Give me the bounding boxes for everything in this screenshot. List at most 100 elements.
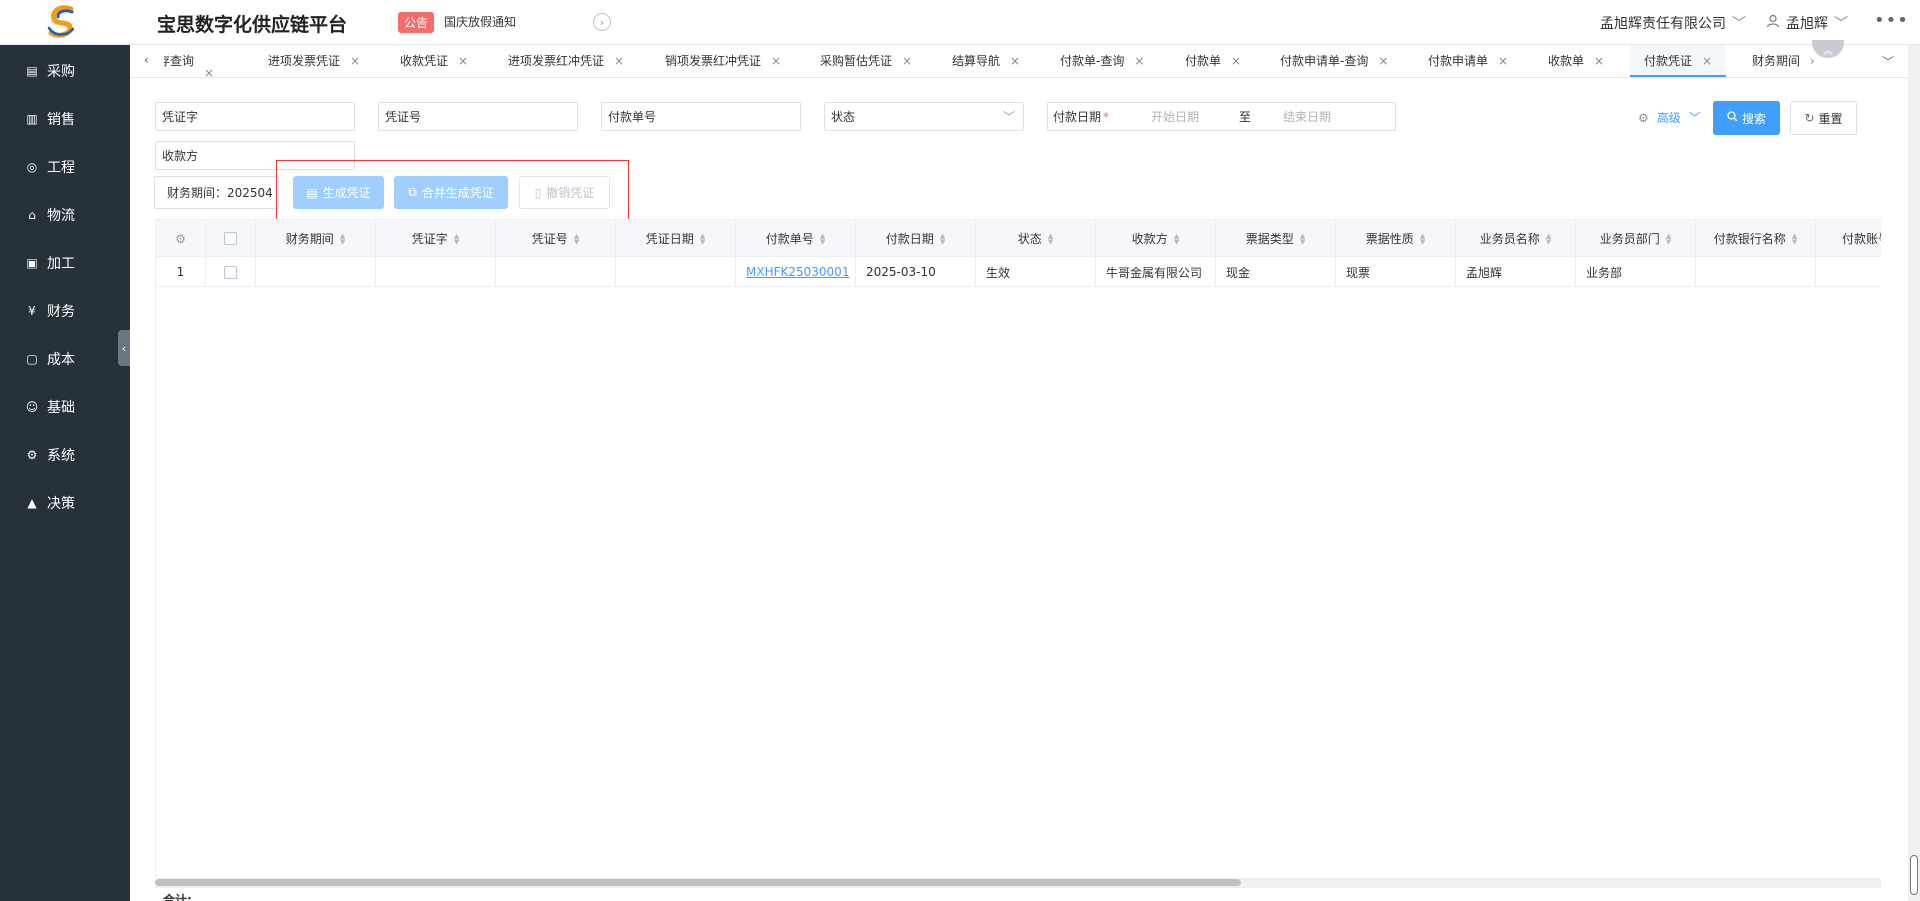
sort-icon[interactable]: ▲ ▼ <box>574 232 579 245</box>
column-header[interactable]: 票据类型 ▲ ▼ <box>1216 220 1336 257</box>
payment-no-link[interactable]: MXHFK25030001 <box>746 265 849 279</box>
column-header[interactable]: 付款单号 ▲ ▼ <box>736 220 856 257</box>
vertical-scrollbar[interactable] <box>1908 45 1920 901</box>
user-menu[interactable]: 孟旭辉 ﹀ <box>1766 13 1848 33</box>
status-select[interactable]: 状态 ﹀ <box>824 102 1024 131</box>
sidebar-item-basic[interactable]: ☺ 基础 <box>0 383 130 431</box>
tab-scroll-left-icon[interactable]: ‹ <box>144 53 149 67</box>
sort-icon[interactable]: ▲ ▼ <box>820 232 825 245</box>
scrollbar-thumb[interactable] <box>1910 855 1918 895</box>
sidebar-item-cost[interactable]: ▢ 成本 <box>0 335 130 383</box>
voucher-word-input[interactable] <box>155 102 355 131</box>
tab-dropdown-button[interactable]: ﹀ <box>1866 45 1910 77</box>
sidebar-item-sales[interactable]: ▥ 销售 <box>0 95 130 143</box>
tab-inventory-query[interactable]: 库存查询 × <box>164 45 214 77</box>
payment-no-input[interactable] <box>601 102 801 131</box>
tab-payment-query[interactable]: 付款单-查询 × <box>1060 45 1144 77</box>
close-icon[interactable]: × <box>458 54 468 68</box>
tab-scroll-right-icon[interactable]: › <box>1810 54 1815 68</box>
reset-button[interactable]: ↻ 重置 <box>1790 101 1857 135</box>
column-settings-icon[interactable]: ⚙ <box>156 220 206 257</box>
close-icon[interactable]: × <box>1702 54 1712 68</box>
sidebar-item-logistics[interactable]: ⌂ 物流 <box>0 191 130 239</box>
sort-icon[interactable]: ▲ ▼ <box>940 232 945 245</box>
column-header[interactable]: 付款银行名称 ▲ ▼ <box>1696 220 1816 257</box>
close-icon[interactable]: × <box>1010 54 1020 68</box>
horizontal-scrollbar[interactable] <box>155 878 1881 887</box>
advanced-toggle[interactable]: ⚙ 高级 ﹀ <box>1638 109 1701 126</box>
sort-icon[interactable]: ▲ ▼ <box>1666 232 1671 245</box>
column-header[interactable]: 业务员部门 ▲ ▼ <box>1576 220 1696 257</box>
chevron-down-icon: ﹀ <box>1881 54 1894 69</box>
close-icon[interactable]: × <box>614 54 624 68</box>
payment-date-range[interactable]: 付款日期 * 开始日期 至 结束日期 <box>1047 102 1396 131</box>
sort-icon[interactable]: ▲ ▼ <box>340 232 345 245</box>
smile-icon: ☺ <box>25 400 39 414</box>
close-icon[interactable]: × <box>1231 54 1241 68</box>
tab-input-invoice-red-voucher[interactable]: 进项发票红冲凭证 × <box>508 45 624 77</box>
close-icon[interactable]: × <box>1594 54 1604 68</box>
sidebar-item-finance[interactable]: ¥ 财务 <box>0 287 130 335</box>
row-checkbox-cell[interactable] <box>206 257 256 287</box>
start-date-placeholder[interactable]: 开始日期 <box>1151 108 1199 125</box>
sort-icon[interactable]: ▲ ▼ <box>1546 232 1551 245</box>
tab-purchase-estimate-voucher[interactable]: 采购暂估凭证 × <box>820 45 912 77</box>
tab-receipt-voucher[interactable]: 收款凭证 × <box>400 45 468 77</box>
close-icon[interactable]: × <box>771 54 781 68</box>
table-row[interactable]: 1 MXHFK25030001 2025-03-10 生效 牛哥金属有限公司 现… <box>156 257 1881 287</box>
close-icon[interactable]: × <box>1378 54 1388 68</box>
sidebar-item-processing[interactable]: ▣ 加工 <box>0 239 130 287</box>
end-date-placeholder[interactable]: 结束日期 <box>1283 108 1331 125</box>
scrollbar-thumb[interactable] <box>155 879 1241 886</box>
sort-icon[interactable]: ▲ ▼ <box>454 232 459 245</box>
column-header[interactable]: 票据性质 ▲ ▼ <box>1336 220 1456 257</box>
column-header[interactable]: 凭证日期 ▲ ▼ <box>616 220 736 257</box>
tab-settlement-nav[interactable]: 结算导航 × <box>952 45 1020 77</box>
checkbox[interactable] <box>224 232 237 245</box>
more-icon[interactable]: ••• <box>1874 10 1909 31</box>
tab-output-invoice-red-voucher[interactable]: 销项发票红冲凭证 × <box>665 45 781 77</box>
column-header[interactable]: 凭证号 ▲ ▼ <box>496 220 616 257</box>
sidebar-item-engineering[interactable]: ◎ 工程 <box>0 143 130 191</box>
tab-finance-period[interactable]: 财务期间 › <box>1752 45 1815 77</box>
tab-payment-request-query[interactable]: 付款申请单-查询 × <box>1280 45 1388 77</box>
sidebar-item-system[interactable]: ⚙ 系统 <box>0 431 130 479</box>
sort-icon[interactable]: ▲ ▼ <box>700 232 705 245</box>
tab-input-invoice-voucher[interactable]: 进项发票凭证 × <box>268 45 360 77</box>
sort-icon[interactable]: ▲ ▼ <box>1420 232 1425 245</box>
sort-icon[interactable]: ▲ ▼ <box>1300 232 1305 245</box>
sort-icon[interactable]: ▲ ▼ <box>1174 232 1179 245</box>
column-header-label: 财务期间 <box>285 232 334 246</box>
column-header[interactable]: 付款账号 <box>1816 220 1881 257</box>
notice-next-button[interactable]: › <box>593 13 611 31</box>
column-header[interactable]: 收款方 ▲ ▼ <box>1096 220 1216 257</box>
search-button[interactable]: 搜索 <box>1713 101 1780 135</box>
voucher-no-input[interactable] <box>378 102 578 131</box>
sidebar-collapse-button[interactable]: ‹ <box>118 330 130 366</box>
brand-logo[interactable] <box>44 3 82 41</box>
sort-icon[interactable]: ▲ ▼ <box>1792 232 1797 245</box>
notice-text[interactable]: 国庆放假通知 <box>444 13 516 30</box>
column-header[interactable]: 付款日期 ▲ ▼ <box>856 220 976 257</box>
sidebar-item-decision[interactable]: ▲ 决策 <box>0 479 130 527</box>
column-header[interactable]: 凭证字 ▲ ▼ <box>376 220 496 257</box>
tab-payment[interactable]: 付款单 × <box>1185 45 1241 77</box>
select-all-checkbox[interactable] <box>206 220 256 257</box>
sort-icon[interactable]: ▲ ▼ <box>1048 232 1053 245</box>
tab-payment-voucher[interactable]: 付款凭证 × <box>1630 45 1727 77</box>
close-icon[interactable]: × <box>350 54 360 68</box>
sidebar-item-purchase[interactable]: ▤ 采购 <box>0 47 130 95</box>
tab-payment-request[interactable]: 付款申请单 × <box>1428 45 1508 77</box>
company-switcher[interactable]: 孟旭辉责任有限公司 ﹀ <box>1600 13 1746 33</box>
close-icon[interactable]: × <box>1498 54 1508 68</box>
close-icon[interactable]: × <box>1134 54 1144 68</box>
close-icon[interactable]: × <box>902 54 912 68</box>
sidebar-item-label: 财务 <box>47 304 75 320</box>
column-header[interactable]: 业务员名称 ▲ ▼ <box>1456 220 1576 257</box>
checkbox[interactable] <box>224 265 237 279</box>
tab-receipt[interactable]: 收款单 × <box>1548 45 1604 77</box>
column-header-label: 业务员部门 <box>1599 232 1660 246</box>
column-header[interactable]: 财务期间 ▲ ▼ <box>256 220 376 257</box>
close-icon[interactable]: × <box>204 66 214 77</box>
column-header[interactable]: 状态 ▲ ▼ <box>976 220 1096 257</box>
